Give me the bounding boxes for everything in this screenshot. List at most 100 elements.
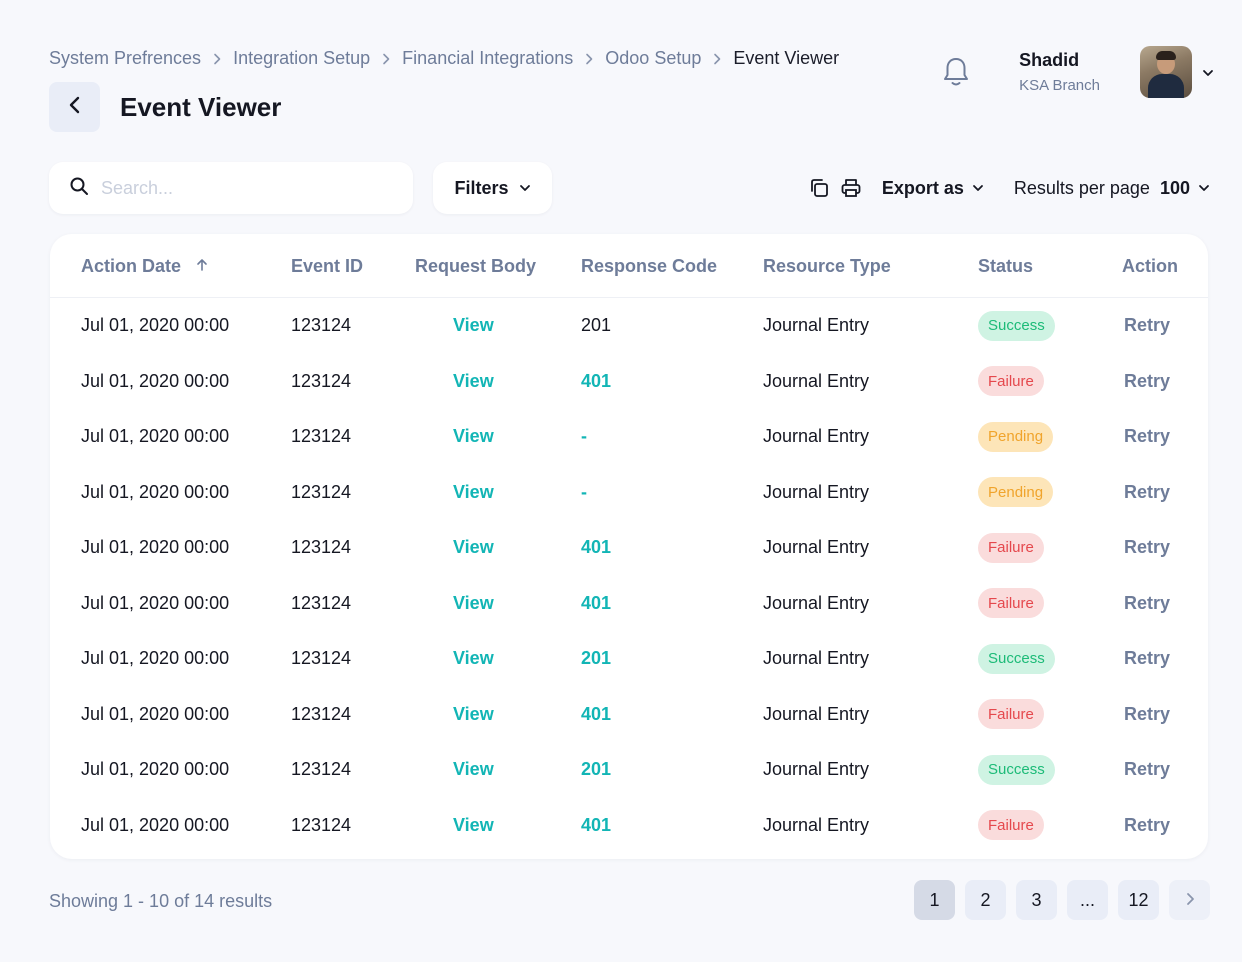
column-header-status[interactable]: Status — [978, 234, 1033, 298]
retry-button[interactable]: Retry — [1124, 298, 1170, 354]
page-title: Event Viewer — [120, 91, 282, 122]
cell-action-date: Jul 01, 2020 00:00 — [81, 481, 230, 502]
cell-event-id: 123124 — [291, 370, 352, 391]
retry-button[interactable]: Retry — [1124, 576, 1170, 632]
table-row: Jul 01, 2020 00:00 123124 View 401 Journal E… — [50, 798, 1208, 854]
search-input[interactable] — [101, 177, 381, 199]
retry-button[interactable]: Retry — [1124, 354, 1170, 410]
column-label: Action Date — [81, 255, 182, 276]
cell-status: Pending — [978, 465, 1054, 521]
breadcrumb-item-system-prefrences[interactable]: System Prefrences — [49, 48, 201, 69]
cell-status: Failure — [978, 576, 1044, 632]
cell-response-code[interactable]: 201 — [581, 742, 611, 798]
view-request-link[interactable]: View — [453, 576, 494, 632]
user-header: Shadid KSA Branch — [941, 46, 1214, 98]
retry-button[interactable]: Retry — [1124, 465, 1170, 521]
cell-event-id: 123124 — [291, 537, 352, 558]
bell-icon[interactable] — [941, 56, 971, 88]
column-header-event-id[interactable]: Event ID — [291, 234, 363, 298]
table-row: Jul 01, 2020 00:00 123124 View - Journal Ent… — [50, 465, 1208, 521]
chevron-down-icon[interactable] — [1202, 66, 1214, 78]
view-request-link[interactable]: View — [453, 354, 494, 410]
retry-button[interactable]: Retry — [1124, 409, 1170, 465]
retry-button[interactable]: Retry — [1124, 520, 1170, 576]
chevron-right-icon — [211, 53, 223, 65]
print-icon[interactable] — [840, 177, 862, 199]
view-request-link[interactable]: View — [453, 409, 494, 465]
cell-status: Failure — [978, 798, 1044, 854]
results-per-page-label: Results per page — [1013, 177, 1150, 198]
cell-event-id: 123124 — [291, 592, 352, 613]
cell-action-date: Jul 01, 2020 00:00 — [81, 537, 230, 558]
status-badge: Failure — [978, 532, 1044, 563]
toolbar-actions: Export as Results per page 100 — [808, 162, 1210, 214]
retry-button[interactable]: Retry — [1124, 742, 1170, 798]
retry-button[interactable]: Retry — [1124, 687, 1170, 743]
cell-status: Failure — [978, 520, 1044, 576]
back-button[interactable] — [49, 82, 100, 132]
table-body: Jul 01, 2020 00:00 123124 View 201 Journal E… — [50, 298, 1208, 853]
status-badge: Pending — [978, 421, 1054, 452]
cell-response-code[interactable]: 401 — [581, 798, 611, 854]
cell-response-code[interactable]: 401 — [581, 576, 611, 632]
chevron-down-icon — [972, 178, 984, 199]
page-button[interactable]: 1 — [914, 880, 955, 920]
results-per-page-value: 100 — [1159, 177, 1190, 198]
status-badge: Failure — [978, 810, 1044, 841]
cell-response-code[interactable]: 201 — [581, 631, 611, 687]
column-header-action-date[interactable]: Action Date — [81, 234, 209, 298]
view-request-link[interactable]: View — [453, 520, 494, 576]
column-header-request-body[interactable]: Request Body — [415, 234, 536, 298]
cell-action-date: Jul 01, 2020 00:00 — [81, 814, 230, 835]
chevron-down-icon — [1198, 178, 1210, 199]
toolbar: Filters Export as Results per page 100 — [49, 162, 1210, 214]
table-row: Jul 01, 2020 00:00 123124 View 401 Journal E… — [50, 354, 1208, 410]
view-request-link[interactable]: View — [453, 798, 494, 854]
cell-status: Success — [978, 298, 1055, 354]
cell-event-id: 123124 — [291, 759, 352, 780]
view-request-link[interactable]: View — [453, 298, 494, 354]
page-button[interactable]: 2 — [965, 880, 1006, 920]
search-box — [49, 162, 413, 214]
retry-button[interactable]: Retry — [1124, 798, 1170, 854]
view-request-link[interactable]: View — [453, 631, 494, 687]
cell-status: Failure — [978, 354, 1044, 410]
column-header-resource-type[interactable]: Resource Type — [763, 234, 891, 298]
cell-response-code[interactable]: - — [581, 465, 587, 521]
chevron-right-icon — [1185, 890, 1195, 911]
cell-resource-type: Journal Entry — [763, 814, 870, 835]
cell-event-id: 123124 — [291, 814, 352, 835]
page-button[interactable]: 3 — [1016, 880, 1057, 920]
view-request-link[interactable]: View — [453, 687, 494, 743]
results-per-page: Results per page 100 — [1014, 178, 1210, 199]
user-branch: KSA Branch — [1019, 77, 1100, 94]
copy-icon[interactable] — [808, 177, 830, 199]
breadcrumb-item-odoo-setup[interactable]: Odoo Setup — [605, 48, 701, 69]
breadcrumb-item-integration-setup[interactable]: Integration Setup — [233, 48, 370, 69]
filters-button[interactable]: Filters — [433, 162, 552, 214]
retry-button[interactable]: Retry — [1124, 631, 1170, 687]
results-per-page-select[interactable]: 100 — [1160, 178, 1210, 199]
export-as-dropdown[interactable]: Export as — [882, 178, 984, 199]
cell-response-code[interactable]: 401 — [581, 520, 611, 576]
cell-event-id: 123124 — [291, 426, 352, 447]
next-page-button[interactable] — [1169, 880, 1210, 920]
results-summary: Showing 1 - 10 of 14 results — [49, 891, 273, 911]
view-request-link[interactable]: View — [453, 465, 494, 521]
cell-action-date: Jul 01, 2020 00:00 — [81, 759, 230, 780]
view-request-link[interactable]: View — [453, 742, 494, 798]
cell-response-code[interactable]: 401 — [581, 687, 611, 743]
column-header-response-code[interactable]: Response Code — [581, 234, 717, 298]
avatar[interactable] — [1140, 46, 1192, 98]
cell-response-code[interactable]: 401 — [581, 354, 611, 410]
chevron-down-icon — [519, 178, 531, 199]
cell-status: Failure — [978, 687, 1044, 743]
page-button[interactable]: 12 — [1118, 880, 1159, 920]
cell-status: Success — [978, 631, 1055, 687]
cell-resource-type: Journal Entry — [763, 481, 870, 502]
column-header-action: Action — [1122, 255, 1178, 276]
cell-response-code[interactable]: - — [581, 409, 587, 465]
breadcrumb-item-financial-integrations[interactable]: Financial Integrations — [402, 48, 573, 69]
status-badge: Failure — [978, 366, 1044, 397]
cell-resource-type: Journal Entry — [763, 703, 870, 724]
